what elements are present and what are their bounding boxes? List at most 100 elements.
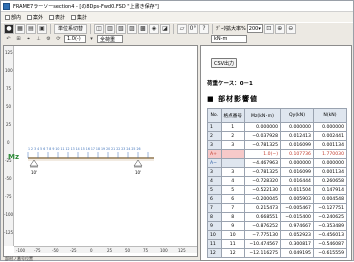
status-bar: 部材ノ番号位置: [5, 256, 33, 261]
angle-icon[interactable]: 0°: [188, 23, 199, 34]
frame-icon[interactable]: ▱: [177, 23, 188, 34]
table-row[interactable]: 6 6 −0.200045 0.005903 0.004548: [207, 194, 348, 204]
cell-mz: −10.474567: [243, 239, 282, 249]
table-row[interactable]: 8 8 0.668551 −0.015400 −0.240625: [207, 212, 348, 222]
menu-item-2[interactable]: 案外: [27, 14, 43, 21]
table-row[interactable]: 2 2 −0.037928 0.012413 0.002441: [207, 131, 348, 141]
open-icon[interactable]: ◫: [94, 23, 105, 34]
node-ticks: [27, 152, 149, 158]
coord-field[interactable]: kN-m: [211, 35, 247, 43]
zoom-value: 200: [248, 25, 259, 32]
app-window: FRAME7ラーソーsection4 - [の8Dps-Fwd0.FSD "上書…: [0, 0, 354, 261]
cell-qy: 0.016099: [280, 140, 314, 150]
circle-icon[interactable]: ●: [4, 23, 14, 34]
print-icon[interactable]: ▧: [116, 23, 127, 34]
cell-n: −0.353489: [312, 221, 348, 231]
table-row[interactable]: 9 9 −0.876252 0.974667 −0.353489: [207, 221, 348, 231]
cell-qy: 0.011504: [280, 185, 314, 195]
cell-node: 4: [220, 176, 245, 186]
app-icon: [3, 2, 10, 10]
ruler-tick: 50: [125, 248, 131, 253]
member-icon[interactable]: ◪: [160, 23, 171, 34]
zoom-apply-icon[interactable]: ⊡: [263, 23, 274, 34]
cell-mz: 1.0(−): [243, 149, 282, 159]
cell-no: A+: [207, 149, 222, 159]
measure-icon[interactable]: ⊥: [34, 35, 43, 43]
table-row[interactable]: 12 12 −12.116275 0.049195 −0.615559: [207, 248, 348, 258]
ruler-tick: 0: [90, 248, 93, 253]
snap-icon[interactable]: ⌖: [24, 35, 33, 43]
cell-mz: 0.000000: [243, 122, 282, 132]
ruler-tick: 25: [6, 122, 12, 127]
menu-icon: [71, 14, 77, 20]
cell-no: 3: [207, 140, 222, 150]
table-row[interactable]: 5 5 −0.522130 0.011504 0.147914: [207, 185, 348, 195]
table-row[interactable]: A+ 1.0(−) 0.107736 1.770030: [207, 149, 348, 159]
zoom-in-icon[interactable]: ⊕: [274, 23, 285, 34]
save-icon[interactable]: ▥: [105, 23, 116, 34]
csv-export-button[interactable]: CSV出力: [211, 58, 237, 68]
cell-qy: 0.049195: [280, 248, 314, 258]
window-icon[interactable]: ▣: [37, 23, 47, 34]
cell-n: 1.770030: [312, 149, 348, 159]
node-icon[interactable]: ◈: [149, 23, 160, 34]
ruler-tick: -75: [34, 248, 41, 253]
ruler-tick: -100: [4, 212, 14, 217]
drawing-pane[interactable]: 125 100 75 50 25 0 -25 -50 -75 -100 -125: [3, 45, 198, 257]
cell-node: 3: [220, 167, 245, 177]
ruler-tick: 100: [5, 68, 13, 73]
cell-qy: −0.005467: [280, 203, 314, 213]
table-row[interactable]: A− −4.467963 0.000000 0.000000: [207, 158, 348, 168]
cell-n: 0.001134: [312, 140, 348, 150]
cell-mz: −0.522130: [243, 185, 282, 195]
chart-icon[interactable]: ▩: [138, 23, 149, 34]
load-case-label: 荷重ケース：0－1: [207, 81, 253, 87]
cell-mz: 0.668551: [243, 212, 282, 222]
table-row[interactable]: 7 7 0.215473 −0.005467 −0.127751: [207, 203, 348, 213]
menu-item-3[interactable]: 表計: [49, 14, 65, 21]
toolbar-divider: [173, 23, 175, 34]
undo-icon[interactable]: ↶: [4, 35, 13, 43]
ruler-tick: 75: [143, 248, 149, 253]
settings-icon[interactable]: ⚙: [44, 35, 53, 43]
horizontal-ruler: -100 -75 -50 -25 0 25 50 75 100 125: [14, 246, 197, 253]
chevron-down-icon[interactable]: ▾: [87, 35, 96, 43]
node-numbers: 1 2 3 4 5 6 7 8 9 10 11 12 13 14 15 16 1…: [28, 147, 141, 151]
unit-field[interactable]: 1.0(-): [64, 35, 86, 43]
table-row[interactable]: 10 10 −7.775130 0.052923 −0.456013: [207, 230, 348, 240]
grid-toggle-icon[interactable]: ⊞: [14, 35, 23, 43]
menu-item-1[interactable]: 部内: [5, 14, 21, 21]
table-row[interactable]: 3 3 −0.781325 0.016099 0.001134: [207, 167, 348, 177]
zoom-select[interactable]: 200 ▾: [246, 24, 263, 33]
cell-qy: 0.005903: [280, 194, 314, 204]
menu-item-4[interactable]: 集計: [71, 14, 87, 21]
cell-qy: 0.012413: [280, 131, 314, 141]
frame-canvas: 1 2 3 4 5 6 7 8 9 10 11 12 13 14 15 16 1…: [27, 147, 154, 168]
vertical-ruler: 125 100 75 50 25 0 -25 -50 -75 -100 -125: [4, 46, 14, 246]
unit-toggle-button[interactable]: 単位系切替: [54, 23, 88, 34]
table-row[interactable]: 1 1 0.000000 0.000000 0.000000: [207, 122, 348, 132]
influence-drawing[interactable]: 1 2 3 4 5 6 7 8 9 10 11 12 13 14 15 16 1…: [8, 46, 197, 246]
refresh-icon[interactable]: ⟳: [54, 35, 63, 43]
chevron-down-icon: ▾: [258, 25, 261, 32]
help-icon[interactable]: ?: [199, 23, 210, 34]
table-row[interactable]: 11 11 −10.474567 0.300817 −0.546087: [207, 239, 348, 249]
ruler-tick: 75: [6, 86, 12, 91]
layer-select[interactable]: 全荷重: [97, 35, 123, 43]
copy-icon[interactable]: ▨: [127, 23, 138, 34]
table-icon[interactable]: ▤: [26, 23, 36, 34]
cell-node: [220, 158, 245, 168]
table-row[interactable]: 3 3 −0.781325 0.016099 0.001134: [207, 140, 348, 150]
col-header-mz: Mz(kN･m): [243, 108, 282, 123]
zoom-out-icon[interactable]: ⊖: [285, 23, 296, 34]
right-support-label: 10': [135, 170, 142, 175]
table-row[interactable]: 4 4 −0.728320 0.016444 0.260658: [207, 176, 348, 186]
ruler-tick: -25: [70, 248, 77, 253]
cell-no: 1: [207, 122, 222, 132]
cell-no: 2: [207, 131, 222, 141]
ruler-tick: -100: [16, 248, 26, 253]
grid-icon[interactable]: ▦: [15, 23, 25, 34]
ruler-tick: 125: [5, 50, 13, 55]
cell-no: 10: [207, 230, 222, 240]
toolbar-divider: [212, 23, 214, 34]
